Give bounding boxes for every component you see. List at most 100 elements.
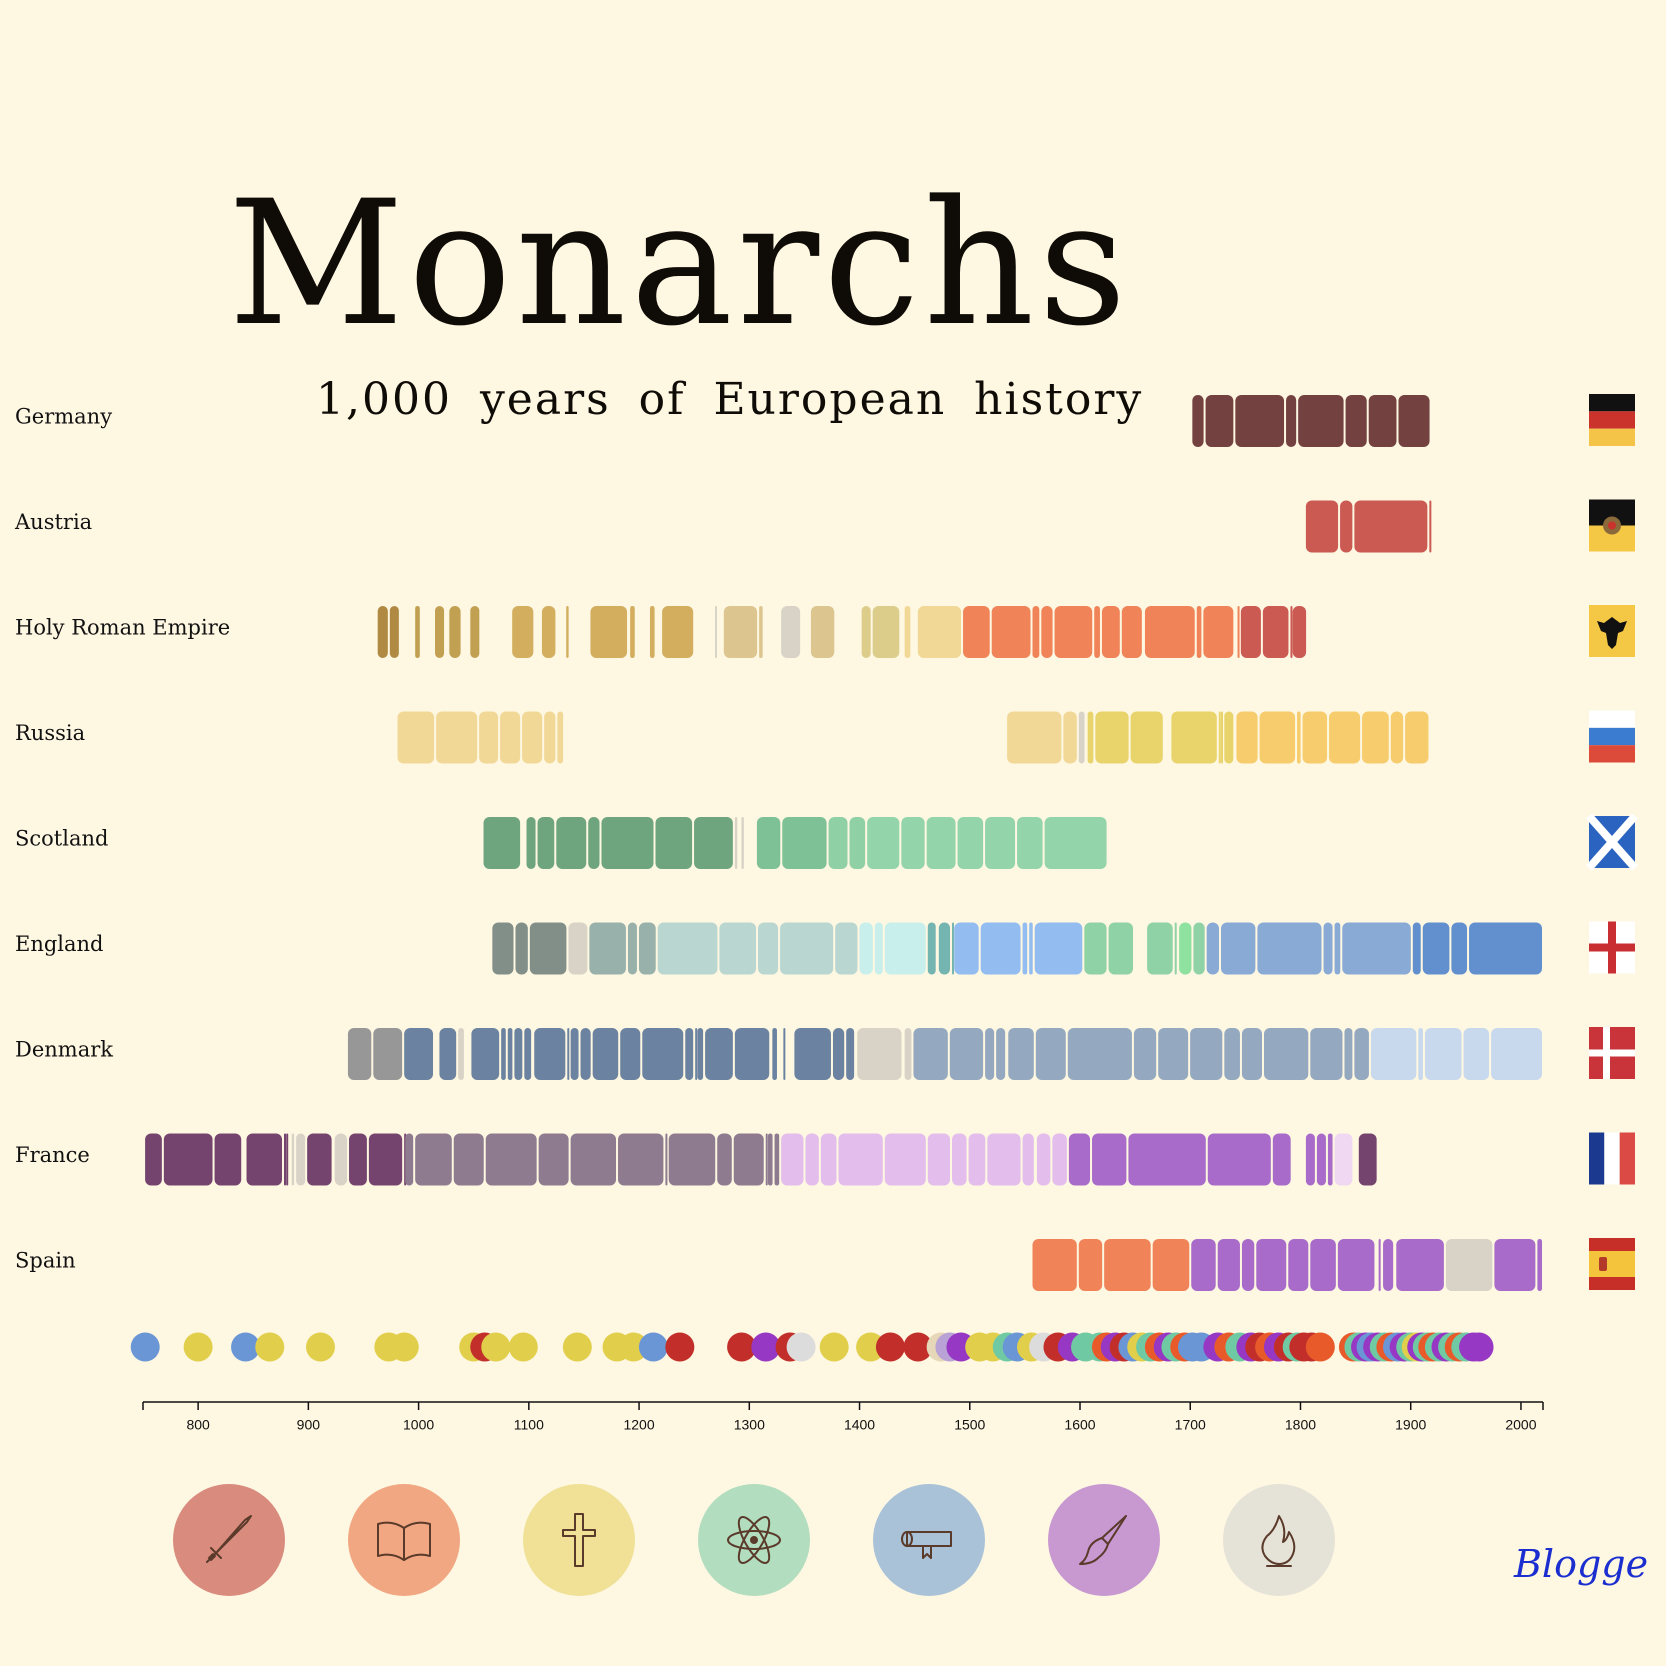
reign-bar (1101, 606, 1120, 658)
event-dot (665, 1332, 695, 1362)
reign-bar (214, 1133, 242, 1186)
reign-bar (867, 817, 900, 869)
flag-england (1589, 921, 1635, 974)
reign-bar (985, 1028, 995, 1080)
reign-bar (963, 606, 990, 658)
reign-bar (1310, 1028, 1343, 1080)
reign-bar (781, 606, 801, 658)
reign-bar (734, 1028, 770, 1080)
reign-bar (589, 922, 626, 975)
timeline-chart: Germany Austria Holy Roman Empire Russia Sco… (14, 394, 1638, 1596)
reign-bar (805, 1133, 819, 1186)
reign-bar (733, 1133, 764, 1186)
event-dot (508, 1332, 538, 1362)
brand-logo: Blogge (1514, 1542, 1649, 1586)
reign-bar (926, 817, 956, 869)
reign-bar (1316, 1133, 1326, 1186)
reign-bar (526, 817, 536, 869)
reign-bar (404, 1028, 434, 1080)
reign-bar (1078, 1239, 1103, 1291)
row-label: England (15, 932, 104, 956)
reign-bar (655, 817, 693, 869)
row-scotland: Scotland (15, 813, 1638, 871)
reign-bar (1054, 606, 1093, 658)
event-dot (481, 1332, 511, 1362)
reign-bar (781, 1133, 804, 1186)
reign-bar (884, 1133, 926, 1186)
reign-bar (861, 606, 871, 658)
event-dot (819, 1332, 849, 1362)
reign-bar (373, 1028, 403, 1080)
reign-bar (1418, 1028, 1423, 1080)
reign-bar (1329, 711, 1361, 764)
reign-bar (1130, 711, 1163, 764)
reign-bar (1224, 711, 1234, 764)
reign-bar (1022, 1133, 1034, 1186)
reign-bar (580, 1028, 591, 1080)
reign-bar (1171, 711, 1217, 764)
reign-bar (1262, 606, 1289, 658)
flag-austria (1589, 499, 1635, 552)
reign-bar (1396, 1239, 1444, 1291)
category-badge (348, 1484, 460, 1596)
reign-bar (872, 606, 900, 658)
x-tick-label: 1000 (403, 1417, 434, 1433)
reign-bar (657, 922, 718, 975)
reign-bar (1022, 922, 1028, 975)
event-dot (389, 1332, 419, 1362)
reign-bar (832, 1028, 845, 1080)
row-label: Denmark (15, 1038, 113, 1062)
reign-bar (1084, 922, 1107, 975)
reign-bar (1362, 711, 1389, 764)
reign-bar (1207, 1133, 1271, 1186)
reign-bar (1469, 922, 1542, 975)
reign-bar (1152, 1239, 1190, 1291)
reign-bar (435, 606, 445, 658)
reign-bar (1297, 711, 1301, 764)
row-england: England (15, 921, 1635, 975)
reign-bar (291, 1133, 295, 1186)
chart-canvas: Monarchs 1,000 years of European history… (0, 0, 1666, 1666)
reign-bar (397, 711, 435, 764)
reign-bar (1272, 1133, 1291, 1186)
reign-bar (968, 1133, 986, 1186)
x-tick-label: 1700 (1175, 1417, 1206, 1433)
events-row (130, 1332, 1494, 1362)
x-tick-label: 1400 (844, 1417, 875, 1433)
reign-bar (1494, 1239, 1536, 1291)
flag-spain (1589, 1238, 1635, 1290)
reign-bar (765, 1133, 768, 1186)
reign-bar (1147, 922, 1173, 975)
event-dot (183, 1332, 213, 1362)
reign-bar (568, 922, 588, 975)
reign-bar (1259, 711, 1296, 764)
reign-bar (741, 817, 744, 869)
reign-bar (1217, 1239, 1240, 1291)
reign-bar (1286, 395, 1297, 447)
reign-bar (458, 1028, 464, 1080)
reign-bar (1354, 500, 1428, 553)
flag-russia (1589, 710, 1635, 763)
reign-bar (1133, 1028, 1157, 1080)
reign-bar (1344, 1028, 1353, 1080)
reign-bar (695, 1028, 698, 1080)
reign-bar (705, 1028, 733, 1080)
reign-bar (859, 922, 873, 975)
reign-bar (1334, 922, 1341, 975)
reign-bar (1390, 711, 1404, 764)
event-dot (130, 1332, 160, 1362)
row-label: Spain (15, 1249, 76, 1273)
reign-bar (1491, 1028, 1542, 1080)
reign-bar (1052, 1133, 1067, 1186)
reign-bar (1221, 711, 1224, 764)
event-dot (562, 1332, 592, 1362)
row-russia: Russia (15, 710, 1635, 764)
reign-bar (471, 1028, 500, 1080)
reign-bar (1334, 1133, 1353, 1186)
reign-bar (1192, 395, 1204, 447)
flag-scotland (1586, 813, 1638, 871)
reign-bar (857, 1028, 902, 1080)
reign-bar (649, 606, 655, 658)
reign-bar (1032, 1239, 1077, 1291)
reign-bar (544, 711, 556, 764)
